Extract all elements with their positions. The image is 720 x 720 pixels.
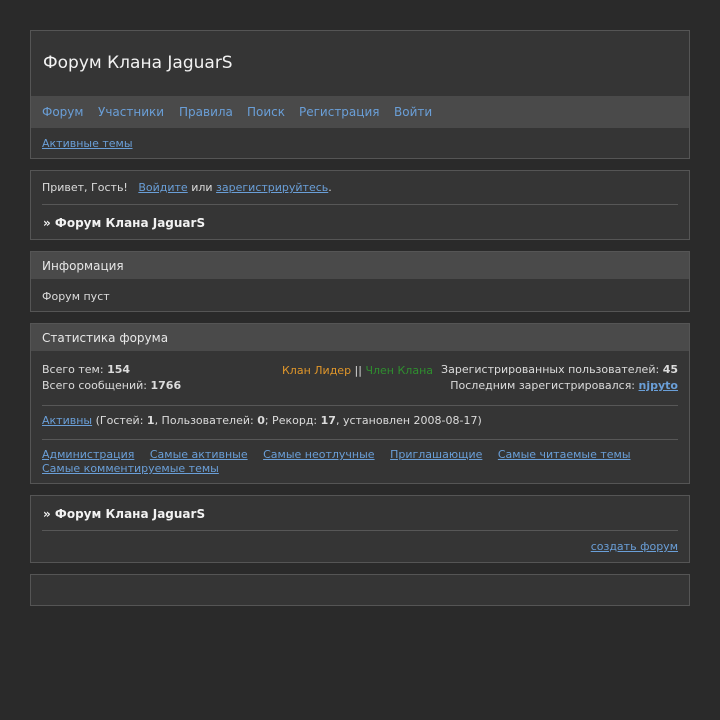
legend-separator: || — [354, 364, 362, 377]
greeting-text: Привет, Гость! — [42, 181, 128, 194]
guests-label: (Гостей: — [95, 414, 144, 427]
or-text: или — [191, 181, 213, 194]
create-forum-link[interactable]: создать форум — [591, 540, 678, 553]
info-heading-bar: Информация — [31, 252, 689, 279]
active-topics-link[interactable]: Активные темы — [42, 137, 133, 150]
info-heading: Информация — [42, 259, 124, 273]
divider — [42, 204, 678, 205]
record-label: ; Рекорд: — [264, 414, 318, 427]
breadcrumb: » Форум Клана JaguarS — [43, 216, 206, 230]
nav-members[interactable]: Участники — [98, 105, 164, 119]
users-label: , Пользователей: — [154, 414, 254, 427]
divider — [42, 530, 678, 531]
record-date: , установлен 2008-08-17) — [335, 414, 482, 427]
nav-register[interactable]: Регистрация — [299, 105, 379, 119]
link-inviters[interactable]: Приглашающие — [390, 448, 482, 461]
link-administration[interactable]: Администрация — [42, 448, 134, 461]
register-link[interactable]: зарегистрируйтесь — [216, 181, 328, 194]
nav-login[interactable]: Войти — [394, 105, 432, 119]
forum-section: » Форум Клана JaguarS создать форум — [30, 495, 690, 563]
legend-leader: Клан Лидер — [282, 364, 352, 377]
posts-count: 1766 — [150, 379, 182, 392]
info-panel: Информация Форум пуст — [30, 251, 690, 312]
stats-heading-bar: Статистика форума — [31, 324, 689, 351]
login-link[interactable]: Войдите — [138, 181, 187, 194]
group-legend: Клан Лидер || Член Клана — [282, 364, 433, 377]
last-registered-label: Последним зарегистрировался: — [450, 379, 636, 392]
footer-panel — [30, 574, 690, 606]
legend-member: Член Клана — [365, 364, 434, 377]
nav-search[interactable]: Поиск — [247, 105, 285, 119]
forum-section-breadcrumb: » Форум Клана JaguarS — [43, 507, 206, 521]
main-navbar: Форум Участники Правила Поиск Регистраци… — [31, 96, 689, 128]
topics-label: Всего тем: — [42, 363, 104, 376]
guests-count: 1 — [146, 414, 155, 427]
stats-totals: Всего тем: 154 Всего сообщений: 1766 — [42, 362, 181, 394]
link-most-persistent[interactable]: Самые неотлучные — [263, 448, 374, 461]
last-registered-user-link[interactable]: njpyto — [639, 379, 678, 392]
period-text: . — [328, 181, 332, 194]
posts-label: Всего сообщений: — [42, 379, 147, 392]
stats-panel: Статистика форума Всего тем: 154 Всего с… — [30, 323, 690, 484]
divider — [42, 405, 678, 406]
forum-title: Форум Клана JaguarS — [43, 53, 233, 73]
link-most-commented-topics[interactable]: Самые комментируемые темы — [42, 462, 219, 475]
registered-count: 45 — [662, 363, 678, 376]
record-count: 17 — [320, 414, 336, 427]
users-count: 0 — [257, 414, 265, 427]
stats-heading: Статистика форума — [42, 331, 169, 345]
link-most-active[interactable]: Самые активные — [150, 448, 248, 461]
link-most-read-topics[interactable]: Самые читаемые темы — [498, 448, 631, 461]
info-text: Форум пуст — [42, 290, 110, 303]
welcome-panel: Привет, Гость! Войдите или зарегистрируй… — [30, 170, 690, 240]
stats-links: Администрация Самые активные Самые неотл… — [42, 448, 678, 476]
stats-users: Зарегистрированных пользователей: 45 Пос… — [441, 362, 678, 394]
nav-rules[interactable]: Правила — [179, 105, 233, 119]
online-link[interactable]: Активны — [42, 414, 92, 427]
nav-forum[interactable]: Форум — [42, 105, 83, 119]
online-info: Активны (Гостей: 1, Пользователей: 0; Ре… — [42, 414, 482, 427]
registered-label: Зарегистрированных пользователей: — [441, 363, 660, 376]
topics-count: 154 — [107, 363, 131, 376]
forum-header: Форум Клана JaguarS Форум Участники Прав… — [30, 30, 690, 159]
welcome-line: Привет, Гость! Войдите или зарегистрируй… — [42, 181, 332, 194]
divider — [42, 439, 678, 440]
